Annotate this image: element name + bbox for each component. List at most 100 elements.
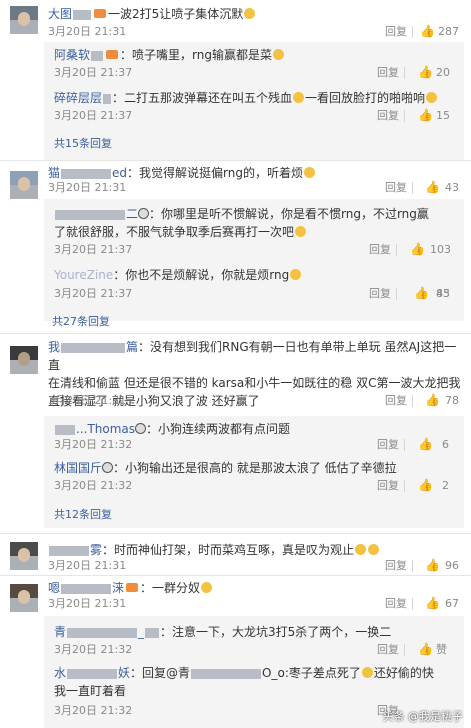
comment-text: 一波2打5让喷子集体沉默 (108, 7, 244, 21)
like-count: 67 (445, 597, 459, 610)
like-count: 2 (442, 479, 449, 492)
reply-button[interactable]: 回复 (369, 243, 391, 257)
comment-text: ：时而神仙打架，时而菜鸡互啄，真是叹为观止 (102, 543, 355, 557)
reply-line: 青 _ ：注意一下，大龙坑3打5杀了两个，一换二 (54, 624, 391, 640)
comment-line: 嗯涞 ：一群分奴 (48, 580, 213, 596)
reply-button[interactable]: 回复 (377, 109, 399, 123)
thumb-up-icon[interactable]: 👍 (418, 65, 433, 79)
vip-badge-icon (94, 9, 107, 18)
reply-button[interactable]: 回复 (385, 25, 407, 39)
avatar[interactable] (10, 346, 38, 374)
like-count: 43 (445, 181, 459, 194)
timestamp: 3月20日 21:31 (48, 394, 127, 407)
like-count: 20 (436, 66, 450, 79)
like-count: 85 (436, 287, 450, 300)
panda-icon (102, 462, 114, 473)
timestamp: 3月20日 21:31 (48, 559, 127, 572)
username[interactable]: ...Thomas (54, 422, 147, 436)
panda-icon (138, 208, 150, 219)
username[interactable]: 水妖 (54, 666, 130, 680)
timestamp: 3月20日 21:31 (48, 597, 127, 610)
emoji-icon (295, 226, 307, 237)
emoji-icon (368, 544, 380, 555)
timestamp: 3月20日 21:31 (48, 181, 127, 194)
comment-line: 雾：时而神仙打架，时而菜鸡互啄，真是叹为观止 (48, 542, 380, 558)
username[interactable]: 嗯涞 (48, 581, 124, 595)
more-replies-link[interactable]: 共12条回复 (54, 506, 112, 522)
timestamp: 3月20日 21:37 (54, 243, 133, 256)
emoji-icon (355, 544, 367, 555)
reply-button[interactable]: 回复 (385, 597, 407, 611)
username[interactable]: YoureZine (54, 268, 113, 282)
more-replies-link[interactable]: 共27条回复 (52, 313, 110, 329)
emoji-icon (361, 667, 373, 678)
timestamp: 3月20日 21:32 (54, 479, 133, 492)
reply-button[interactable]: 回复 (385, 394, 407, 408)
timestamp: 3月20日 21:31 (48, 25, 127, 38)
emoji-icon (272, 49, 284, 60)
username[interactable]: 雾 (48, 543, 102, 557)
emoji-icon (290, 269, 302, 280)
vip-badge-icon (126, 583, 139, 592)
comment-line: 大图 一波2打5让喷子集体沉默 (48, 6, 256, 22)
reply-box: ...Thomas ：小狗连续两波都有点问题 3月20日 21:32 回复 👍 6… (44, 416, 464, 528)
reply-button[interactable]: 回复 (377, 438, 399, 452)
thumb-up-icon[interactable]: 👍 (425, 596, 440, 610)
thumb-up-icon[interactable]: 👍 (420, 24, 435, 38)
timestamp: 3月20日 21:37 (54, 66, 133, 79)
thumb-up-icon[interactable]: 👍 (425, 180, 440, 194)
timestamp: 3月20日 21:32 (54, 643, 133, 656)
thumb-up-icon[interactable]: 👍 (414, 286, 429, 300)
thumb-up-icon[interactable]: 👍 (425, 558, 440, 572)
reply-line: 林国国斤 ：小狗输出还是很高的 就是那波太浪了 低估了辛德拉 (54, 460, 397, 476)
emoji-icon (293, 92, 305, 103)
more-replies-link[interactable]: 共15条回复 (54, 135, 112, 151)
reply-line: 阿桑软 ：喷子嘴里，rng输赢都是菜 (54, 47, 285, 63)
reply-text: ：你也不是烦解说，你就是烦rng (113, 268, 290, 282)
emoji-icon (426, 92, 438, 103)
username[interactable]: 二 (54, 207, 150, 221)
like-count: 96 (445, 559, 459, 572)
reply-text: ：注意一下，大龙坑3打5杀了两个，一换二 (160, 625, 392, 639)
timestamp: 3月20日 21:32 (54, 704, 133, 717)
reply-text: ：小狗输出还是很高的 就是那波太浪了 低估了辛德拉 (113, 461, 397, 475)
thumb-up-icon[interactable]: 👍 (418, 437, 433, 451)
thumb-up-icon[interactable]: 👍 (418, 642, 433, 656)
reply-text-2: 我一直盯着看 (54, 684, 127, 698)
like-count: 78 (445, 394, 459, 407)
reply-box: 阿桑软 ：喷子嘴里，rng输赢都是菜 3月20日 21:37 回复 👍 20 碎碎… (44, 42, 464, 160)
thumb-up-icon[interactable]: 👍 (425, 393, 440, 407)
avatar[interactable] (10, 542, 38, 570)
reply-button[interactable]: 回复 (385, 181, 407, 195)
thumb-up-icon[interactable]: 👍 (418, 108, 433, 122)
watermark: 头条 @我是桃子 (382, 710, 464, 723)
thumb-up-icon[interactable]: 👍 (418, 478, 433, 492)
reply-line: 二：你哪里是听不惯解说，你是看不惯rng，不过rng赢 了就很舒服，不服气就争取季… (54, 205, 459, 241)
username[interactable]: 我篇 (48, 340, 138, 354)
username[interactable]: 碎碎层层 (54, 91, 112, 105)
reply-button[interactable]: 回复 (369, 287, 391, 301)
comment-text-2: 在清线和偷蓝 但还是很不错的 karsa和小牛一如既往的稳 双C第一波大龙把我 (48, 376, 461, 390)
timestamp: 3月20日 21:37 (54, 287, 133, 300)
emoji-icon (201, 582, 213, 593)
username[interactable]: 林国国斤 (54, 461, 114, 475)
reply-button[interactable]: 回复 (377, 643, 399, 657)
username[interactable]: 青 _ (54, 625, 160, 639)
reply-text-2: 一看回放脸打的啪啪响 (305, 91, 426, 105)
reply-text: ：小狗连续两波都有点问题 (146, 422, 291, 436)
username[interactable]: 大图 (48, 7, 92, 21)
reply-button[interactable]: 回复 (385, 559, 407, 573)
avatar[interactable] (10, 584, 38, 612)
comment-text: ：一群分奴 (140, 581, 201, 595)
reply-button[interactable]: 回复 (377, 66, 399, 80)
avatar[interactable] (10, 6, 38, 34)
username[interactable]: 阿桑软 (54, 48, 104, 62)
reply-button[interactable]: 回复 (377, 479, 399, 493)
reply-line: 水妖：回复@青 O_o:枣子差点死了 还好偷的快 我一直盯着看 (54, 664, 459, 700)
username[interactable]: 猫 ed (48, 166, 127, 180)
thumb-up-icon[interactable]: 👍 (410, 242, 425, 256)
vip-badge-icon (106, 50, 119, 59)
like-count: 287 (438, 25, 459, 38)
avatar[interactable] (10, 171, 38, 199)
timestamp: 3月20日 21:32 (54, 438, 133, 451)
